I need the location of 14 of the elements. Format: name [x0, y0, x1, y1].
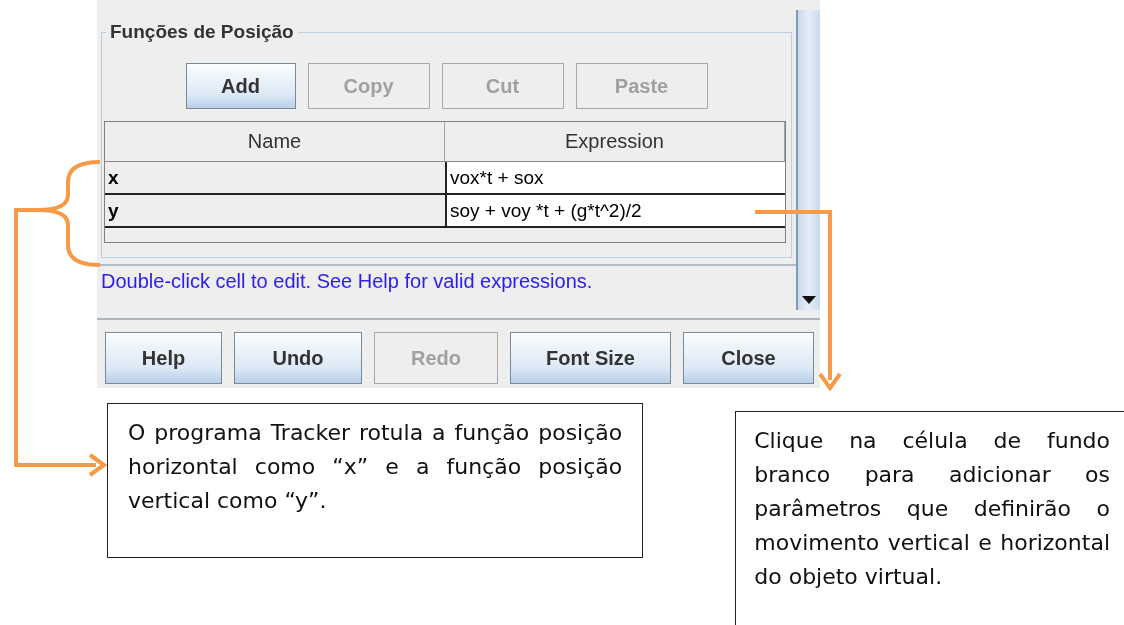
dialog-button[interactable]: Close — [683, 332, 814, 384]
callout-text: Clique na célula de fundo branco para adicionar os parâmetros que definirão o movimento vertical e horizontal do objeto virtual. — [735, 411, 1124, 625]
column-header[interactable]: Name — [105, 122, 445, 162]
dialog-button[interactable]: Undo — [234, 332, 362, 384]
column-header[interactable]: Expression — [445, 122, 785, 162]
toolbar-button[interactable]: Add — [185, 63, 296, 109]
hint-text: Double-click cell to edit. See Help for valid expressions. — [97, 264, 796, 310]
scrollbar[interactable] — [796, 10, 820, 310]
down-arrow-icon[interactable] — [802, 296, 816, 304]
dialog-button[interactable]: Font Size — [510, 332, 671, 384]
table-cell[interactable]: vox*t + sox — [445, 162, 785, 195]
callout-text: O programa Tracker rotula a função posição horizontal como “x” e a função posição vertical como “y”. — [107, 403, 644, 558]
dialog-button[interactable]: Help — [105, 332, 222, 384]
table-cell[interactable]: soy + voy *t + (g*t^2)/2 — [445, 195, 785, 228]
